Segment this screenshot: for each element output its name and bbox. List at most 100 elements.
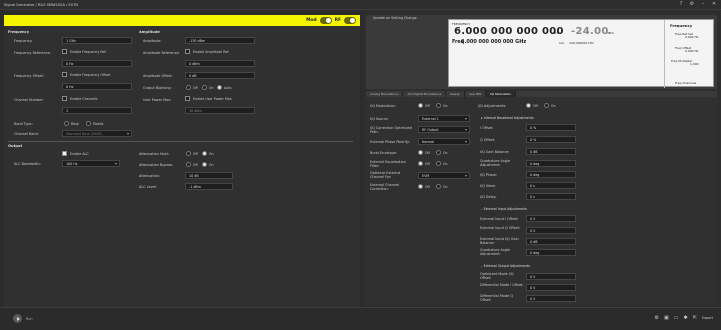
q-offset-label: Q Offset: (480, 138, 496, 142)
enable-amplitude-ref-checkbox[interactable]: Enable Amplitude Ref. (185, 49, 229, 54)
iq-phase-field[interactable]: 0 deg (526, 171, 576, 178)
diff-q-offset-label: Differential Mode Q Offset: (480, 294, 513, 302)
run-button[interactable] (13, 314, 22, 323)
alc-level-field[interactable]: -1 dBm (185, 183, 233, 190)
channel-band-label: Channel Band: (14, 132, 39, 136)
gear-icon[interactable]: ⚙ (655, 315, 659, 321)
iq-modulation-label: I/Q Modulation: (370, 104, 396, 108)
ext-corr-off-radio[interactable]: Off (418, 184, 430, 189)
optimize-ext-channel-select[interactable]: EVM (418, 172, 470, 179)
ext-input-title[interactable]: – External Input Adjustments (481, 207, 527, 211)
folder-icon[interactable]: ▭ (674, 315, 679, 321)
ext-gain-field[interactable]: 0 dB (526, 238, 576, 245)
frequency-reference-field[interactable]: 0 Hz (62, 60, 132, 67)
ext-i-offset-field[interactable]: 0 V (526, 215, 576, 222)
window-title: Signal Generator / R&S SMW200A / EXTN (4, 2, 78, 7)
quadrature-label: Quadrature Angle Adjustment: (480, 159, 511, 167)
quadrature-field[interactable]: 0 deg (526, 160, 576, 167)
frequency-label: Frequency: (14, 39, 33, 43)
optimized-mode-field[interactable]: 0 V (526, 273, 576, 280)
attenuation-field[interactable]: 10 dB (185, 172, 233, 179)
rf-toggle[interactable] (344, 17, 356, 24)
output-blanking-off-radio[interactable]: Off (186, 85, 198, 90)
modulation-bar: Mod RF (4, 15, 360, 26)
softkey-title: Frequency (670, 23, 693, 28)
settings-panel (4, 26, 360, 307)
iq-mod-off-radio[interactable]: Off (418, 103, 430, 108)
frequency-offset-field[interactable]: 0 Hz (62, 83, 132, 90)
i-offset-field[interactable]: 0 % (526, 124, 576, 131)
screen-frequency-unit: GHz (553, 31, 560, 35)
enable-channels-checkbox[interactable]: Enable Channels (62, 96, 98, 101)
iq-adj-off-radio[interactable]: Off (526, 103, 538, 108)
iq-delay-field[interactable]: 0 s (526, 193, 576, 200)
enable-frequency-ref-checkbox[interactable]: Enable Frequency Ref. (62, 49, 107, 54)
help-icon[interactable]: ? (678, 1, 684, 7)
user-power-max-label: User Power Max: (143, 98, 172, 102)
att-bypass-on-radio[interactable]: On (202, 162, 214, 167)
iq-adjustments-label: I/Q Adjustments: (478, 104, 507, 108)
diff-i-offset-field[interactable]: 0 V (526, 284, 576, 291)
ext-phase-select[interactable]: Normal (418, 138, 470, 145)
iq-source-label: I/Q Source: (370, 117, 389, 121)
burst-off-radio[interactable]: Off (418, 150, 430, 155)
burst-on-radio[interactable]: On (436, 150, 448, 155)
enable-user-power-checkbox[interactable]: Enable User Power Max (185, 96, 232, 101)
att-hold-off-radio[interactable]: Off (186, 151, 198, 156)
ext-corr-on-radio[interactable]: On (436, 184, 448, 189)
iq-skew-field[interactable]: 0 s (526, 182, 576, 189)
amplitude-reference-field[interactable]: 0 dBm (185, 60, 255, 67)
mod-toggle[interactable] (319, 17, 332, 24)
attenuation-label: Attenuation: (139, 174, 161, 178)
settings-icon[interactable]: ⚙ (689, 1, 695, 7)
frequency-field[interactable]: 1 GHz (62, 37, 132, 44)
band-base-radio[interactable]: Base (64, 121, 79, 126)
iq-delay-label: I/Q Delay: (480, 195, 497, 199)
amplitude-field[interactable]: -130 dBm (185, 37, 255, 44)
ext-phase-label: External Phase Polarity: (370, 140, 410, 144)
output-blanking-auto-radio[interactable]: Auto (217, 85, 231, 90)
channel-number-field[interactable]: 1 (62, 107, 132, 114)
diff-q-offset-field[interactable]: 0 V (526, 295, 576, 302)
window-controls: ? ⚙ – ✕ (678, 1, 717, 7)
diff-i-offset-label: Differential Mode I Offset: (480, 283, 524, 287)
channel-number-label: Channel Number: (14, 98, 44, 102)
channel-band-select[interactable]: Standard Base (BASE) (62, 130, 132, 137)
alc-bandwidth-label: ALC Bandwidth: (14, 162, 41, 166)
ext-q-offset-field[interactable]: 0 V (526, 227, 576, 234)
user-power-field[interactable]: 30 dBm (185, 107, 255, 114)
output-blanking-on-radio[interactable]: On (202, 85, 214, 90)
screen-frequency: 6.000 000 000 000 (454, 26, 564, 37)
amplitude-section-title: Amplitude (139, 30, 160, 34)
ext-eq-off-radio[interactable]: Off (418, 161, 430, 166)
iq-correction-select[interactable]: RF Output (418, 126, 470, 133)
band-mobile-radio[interactable]: Mobile (86, 121, 103, 126)
close-icon[interactable]: ✕ (711, 1, 717, 7)
frequency-section-title: Frequency (8, 30, 30, 34)
enable-alc-checkbox[interactable]: Enable ALC (62, 151, 89, 156)
iq-source-select[interactable]: External 1 (418, 115, 470, 122)
tools-icon[interactable]: ✱ (683, 315, 687, 321)
alc-level-label: ALC Level: (139, 185, 157, 189)
run-label: Run (26, 317, 33, 321)
iq-mod-on-radio[interactable]: On (436, 103, 448, 108)
band-type-label: Band Type: (14, 122, 33, 126)
amplitude-offset-field[interactable]: 0 dB (185, 72, 255, 79)
alc-bandwidth-select[interactable]: 100 Hz (62, 160, 120, 167)
ext-quad-field[interactable]: 0 deg (526, 249, 576, 256)
window-titlebar: Signal Generator / R&S SMW200A / EXTN ? … (0, 0, 721, 10)
export-icon[interactable]: ⇱ (693, 315, 697, 321)
export-label[interactable]: Export (702, 316, 713, 320)
att-hold-on-radio[interactable]: On (202, 151, 214, 156)
softkey-freq-channels[interactable]: Freq Channels (675, 81, 696, 85)
iq-adj-on-radio[interactable]: On (544, 103, 556, 108)
save-icon[interactable]: ▣ (664, 315, 669, 321)
minimize-icon[interactable]: – (700, 1, 706, 7)
ext-output-title[interactable]: – External Output Adjustments (481, 264, 530, 268)
q-offset-field[interactable]: 0 % (526, 136, 576, 143)
enable-frequency-offset-checkbox[interactable]: Enable Frequency Offset (62, 72, 110, 77)
internal-baseband-title[interactable]: ▸ Internal Baseband Adjustments (481, 116, 534, 120)
iq-gain-field[interactable]: 0 dB (526, 148, 576, 155)
att-bypass-off-radio[interactable]: Off (186, 162, 198, 167)
ext-eq-on-radio[interactable]: On (436, 161, 448, 166)
